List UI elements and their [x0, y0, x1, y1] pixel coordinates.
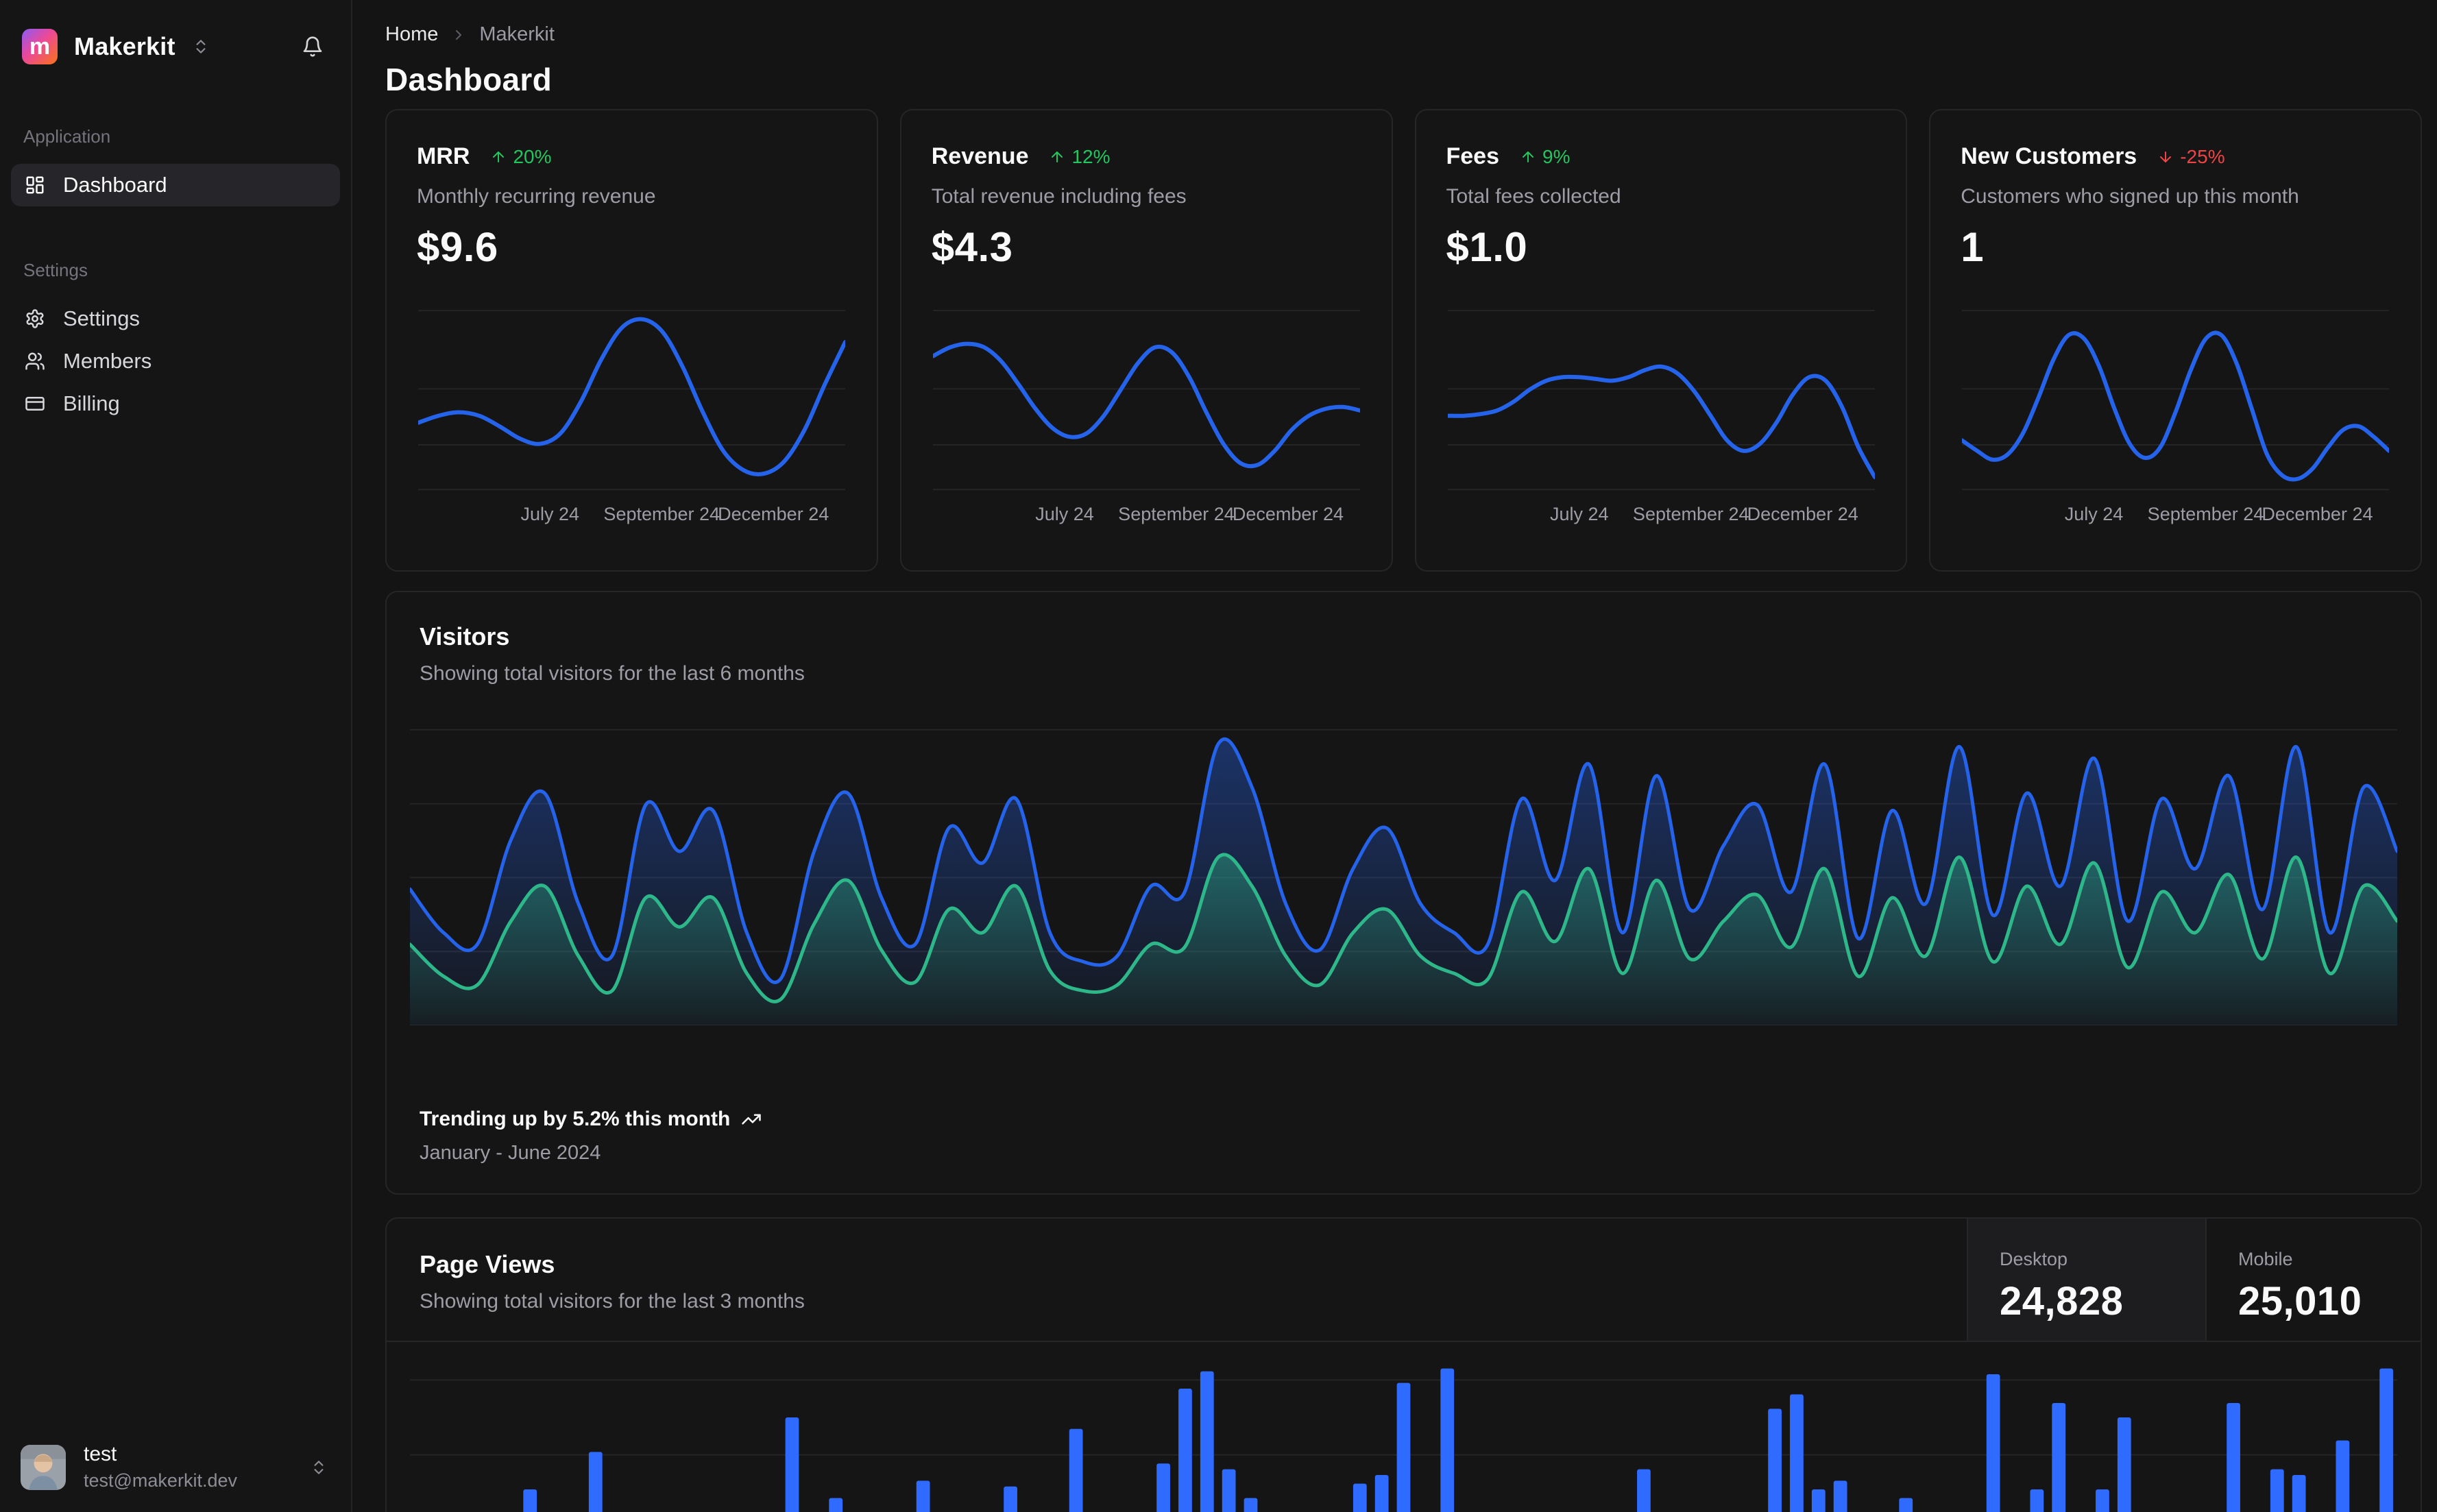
sparkline-x-axis: July 24 September 24 December 24 — [1550, 504, 1858, 524]
visitors-area-chart — [410, 724, 2397, 1025]
stat-delta-badge: 9% — [1520, 146, 1570, 168]
workspace-name: Makerkit — [74, 32, 175, 60]
toggle-desktop[interactable]: Desktop 24,828 — [1967, 1219, 2205, 1341]
users-icon — [25, 351, 45, 371]
arrow-up-icon — [1520, 149, 1536, 165]
breadcrumb: Home Makerkit — [385, 23, 2422, 46]
makerkit-logo: m — [22, 29, 58, 64]
page-views-bar-chart — [410, 1360, 2397, 1512]
toggle-value: 24,828 — [2000, 1279, 2124, 1324]
page-views-header: Page Views Showing total visitors for th… — [387, 1219, 2421, 1342]
chevrons-up-down-icon — [310, 1459, 328, 1476]
visitors-date-range: January - June 2024 — [420, 1142, 601, 1164]
sidebar-item-billing[interactable]: Billing — [11, 382, 340, 425]
revenue-sparkline-chart — [932, 305, 1360, 491]
visitors-header: Visitors Showing total visitors for the … — [387, 622, 2421, 685]
visitors-title: Visitors — [420, 622, 510, 650]
sidebar-item-label: Billing — [63, 391, 120, 415]
chevron-right-icon — [450, 27, 467, 43]
nav-section-settings: Settings — [23, 260, 88, 280]
user-email: test@makerkit.dev — [84, 1470, 237, 1491]
toggle-label: Desktop — [2000, 1249, 2068, 1269]
trending-up-icon — [741, 1109, 762, 1130]
workspace-switcher[interactable]: m Makerkit — [22, 29, 210, 64]
user-menu-button[interactable]: test test@makerkit.dev — [0, 1425, 351, 1512]
toggle-value: 25,010 — [2238, 1279, 2362, 1324]
sidebar-item-members[interactable]: Members — [11, 340, 340, 382]
user-name: test — [84, 1443, 117, 1465]
notifications-bell-button[interactable] — [302, 36, 324, 58]
sidebar-item-label: Dashboard — [63, 173, 167, 197]
sparkline-x-axis: July 24 September 24 December 24 — [520, 504, 829, 524]
stat-title: Fees — [1446, 143, 1500, 169]
page-title: Dashboard — [385, 62, 552, 97]
stat-value: $9.6 — [417, 224, 498, 270]
dashboard-icon — [25, 175, 45, 195]
stat-value: $4.3 — [931, 224, 1013, 270]
sidebar-item-label: Settings — [63, 306, 141, 330]
mrr-sparkline-chart — [418, 305, 845, 491]
stat-title: New Customers — [1961, 143, 2137, 169]
arrow-up-icon — [1049, 149, 1065, 165]
stat-value: $1.0 — [1446, 224, 1528, 270]
new-customers-sparkline-chart — [1962, 305, 2390, 491]
stat-title: Revenue — [931, 143, 1029, 169]
main-content: Home Makerkit Dashboard MRR 20% Monthly … — [352, 0, 2437, 1512]
page-views-title: Page Views — [420, 1250, 555, 1278]
breadcrumb-home-link[interactable]: Home — [385, 23, 438, 46]
stat-description: Customers who signed up this month — [1961, 185, 2299, 208]
user-meta: test test@makerkit.dev — [84, 1443, 292, 1491]
credit-card-icon — [25, 393, 45, 414]
visitors-trend-text: Trending up by 5.2% this month — [420, 1108, 731, 1130]
stat-description: Monthly recurring revenue — [417, 185, 656, 208]
stat-delta-badge: 12% — [1049, 146, 1111, 168]
nav-section-application: Application — [23, 126, 111, 147]
sparkline-x-axis: July 24 September 24 December 24 — [2064, 504, 2373, 524]
stat-card-new-customers: New Customers -25% Customers who signed … — [1929, 109, 2422, 572]
toggle-label: Mobile — [2238, 1249, 2293, 1269]
stat-cards-row: MRR 20% Monthly recurring revenue $9.6 J… — [385, 109, 2422, 572]
sidebar-item-label: Members — [63, 349, 152, 373]
page-views-card: Page Views Showing total visitors for th… — [385, 1217, 2422, 1512]
visitors-footer: Trending up by 5.2% this month January -… — [387, 1108, 2421, 1165]
gear-icon — [25, 308, 45, 329]
sidebar: m Makerkit Application Dashboard Setting… — [0, 0, 352, 1512]
stat-delta-badge: -25% — [2157, 146, 2225, 168]
sparkline-x-axis: July 24 September 24 December 24 — [1035, 504, 1344, 524]
toggle-mobile[interactable]: Mobile 25,010 — [2205, 1219, 2421, 1341]
stat-card-mrr: MRR 20% Monthly recurring revenue $9.6 J… — [385, 109, 878, 572]
arrow-up-icon — [490, 149, 507, 165]
page-views-subtitle: Showing total visitors for the last 3 mo… — [420, 1290, 805, 1313]
stat-description: Total fees collected — [1446, 185, 1621, 208]
fees-sparkline-chart — [1447, 305, 1875, 491]
chevrons-up-down-icon — [192, 38, 210, 56]
sidebar-item-settings[interactable]: Settings — [11, 297, 340, 340]
stat-card-fees: Fees 9% Total fees collected $1.0 July 2… — [1414, 109, 1908, 572]
stat-description: Total revenue including fees — [931, 185, 1187, 208]
visitors-subtitle: Showing total visitors for the last 6 mo… — [420, 662, 805, 685]
stat-card-revenue: Revenue 12% Total revenue including fees… — [899, 109, 1393, 572]
stat-delta-badge: 20% — [490, 146, 551, 168]
visitors-card: Visitors Showing total visitors for the … — [385, 591, 2422, 1195]
sidebar-nav: Application Dashboard Settings Settings — [0, 126, 351, 425]
logo-letter: m — [29, 33, 51, 60]
stat-title: MRR — [417, 143, 470, 169]
sidebar-header: m Makerkit — [0, 0, 351, 64]
stat-value: 1 — [1961, 224, 1985, 270]
sidebar-item-dashboard[interactable]: Dashboard — [11, 164, 340, 206]
breadcrumb-current[interactable]: Makerkit — [479, 23, 555, 46]
avatar — [21, 1444, 66, 1490]
arrow-down-icon — [2157, 149, 2174, 165]
